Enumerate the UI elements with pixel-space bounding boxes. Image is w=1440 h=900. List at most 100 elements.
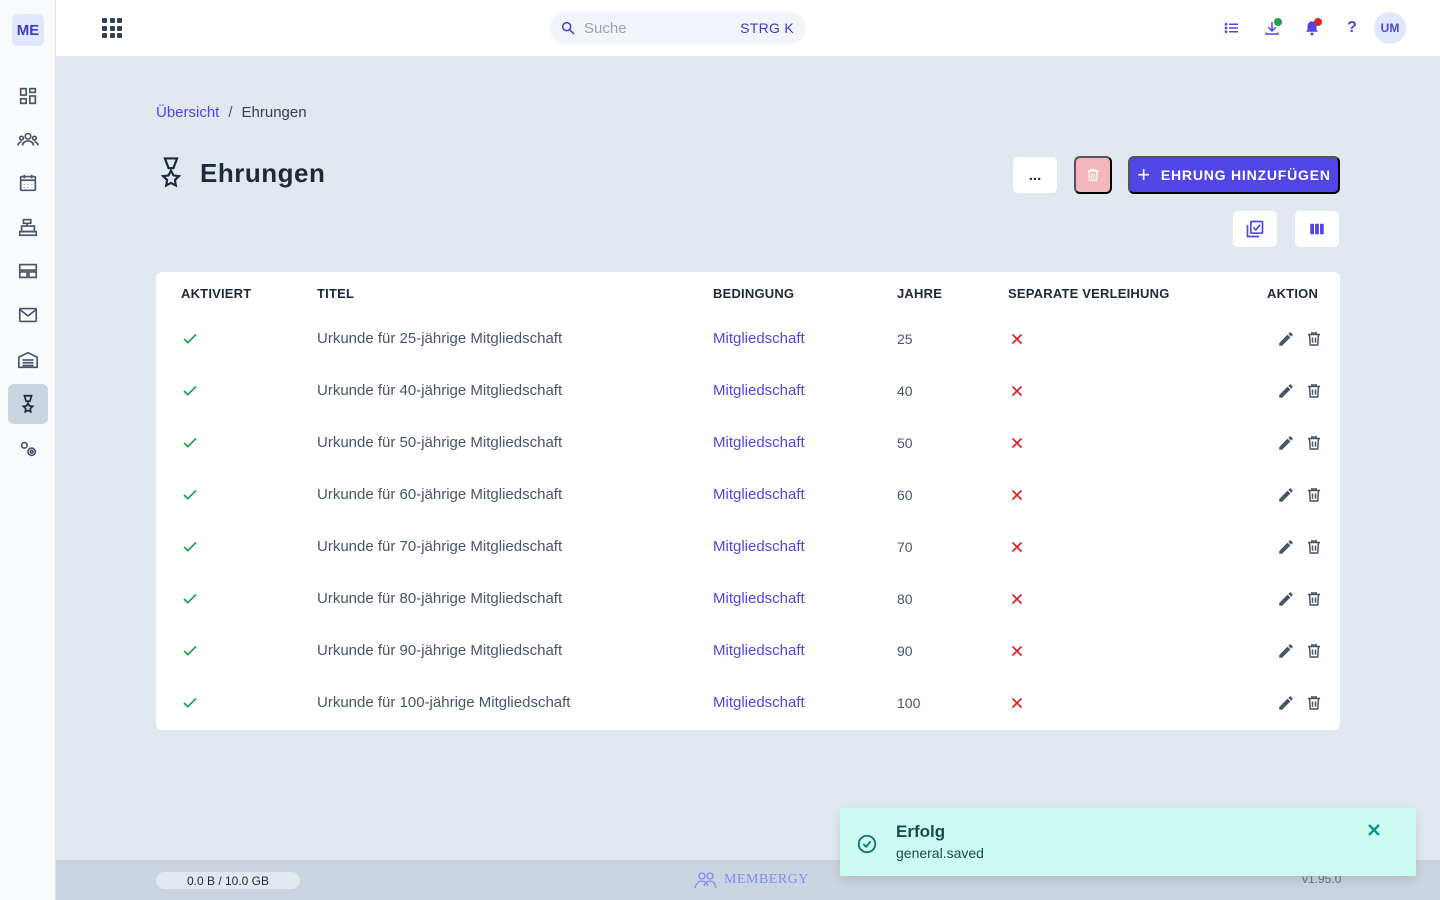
sidebar-item-warehouse[interactable] — [8, 340, 48, 380]
sidebar-item-mail[interactable] — [8, 295, 48, 335]
trash-icon[interactable] — [1304, 537, 1324, 557]
row-years: 70 — [897, 539, 913, 555]
trash-icon[interactable] — [1304, 381, 1324, 401]
trash-icon — [1087, 169, 1099, 181]
add-honor-label: EHRUNG HINZUFÜGEN — [1160, 167, 1331, 183]
close-icon — [1368, 824, 1380, 836]
check-icon — [181, 330, 199, 354]
cross-icon — [1008, 434, 1026, 458]
calendar-icon — [19, 174, 37, 192]
table-row: Urkunde für 40-jährige Mitgliedschaft Mi… — [156, 365, 1340, 417]
settings-icon — [20, 441, 37, 457]
row-condition-link[interactable]: Mitgliedschaft — [713, 433, 805, 453]
row-condition-link[interactable]: Mitgliedschaft — [713, 641, 805, 661]
notification-dot — [1314, 18, 1322, 26]
search-input[interactable]: Suche — [584, 20, 740, 37]
column-header-years[interactable]: JAHRE — [897, 286, 942, 301]
row-years: 50 — [897, 435, 913, 451]
sidebar-item-layout[interactable] — [8, 251, 48, 291]
edit-icon[interactable] — [1276, 381, 1296, 401]
column-header-condition[interactable]: BEDINGUNG — [713, 286, 794, 301]
sidebar-item-cash-register[interactable] — [8, 207, 48, 247]
sidebar-item-honors[interactable] — [8, 384, 48, 424]
bulk-delete-button[interactable] — [1074, 156, 1112, 194]
sidebar-item-members[interactable] — [8, 120, 48, 160]
more-actions-button[interactable]: ... — [1012, 156, 1058, 194]
edit-icon[interactable] — [1276, 433, 1296, 453]
row-condition-link[interactable]: Mitgliedschaft — [713, 693, 805, 713]
columns-toggle-button[interactable] — [1294, 210, 1340, 248]
trash-icon[interactable] — [1304, 485, 1324, 505]
select-rows-button[interactable] — [1232, 210, 1278, 248]
column-header-action: AKTION — [1267, 286, 1319, 301]
column-header-separate[interactable]: SEPARATE VERLEIHUNG — [1008, 286, 1170, 301]
help-icon[interactable]: ? — [1340, 16, 1364, 40]
download-status-dot — [1274, 18, 1282, 26]
page-title: Ehrungen — [200, 157, 326, 188]
medal-icon — [160, 157, 182, 188]
topbar: Suche STRG K ? UM — [56, 0, 1440, 56]
row-years: 90 — [897, 643, 913, 659]
row-condition-link[interactable]: Mitgliedschaft — [713, 537, 805, 557]
column-header-title[interactable]: TITEL — [317, 286, 354, 301]
download-icon[interactable] — [1260, 16, 1284, 40]
row-title: Urkunde für 60-jährige Mitgliedschaft — [317, 486, 563, 503]
breadcrumb: Übersicht / Ehrungen — [156, 104, 307, 121]
trash-icon[interactable] — [1304, 641, 1324, 661]
edit-icon[interactable] — [1276, 485, 1296, 505]
edit-icon[interactable] — [1276, 537, 1296, 557]
trash-icon[interactable] — [1304, 589, 1324, 609]
row-condition-link[interactable]: Mitgliedschaft — [713, 589, 805, 609]
search-shortcut: STRG K — [740, 20, 794, 36]
trash-icon[interactable] — [1304, 693, 1324, 713]
check-icon — [181, 382, 199, 406]
sidebar-item-calendar[interactable] — [8, 163, 48, 203]
row-title: Urkunde für 70-jährige Mitgliedschaft — [317, 538, 563, 555]
sidebar: ME — [0, 0, 56, 900]
row-condition-link[interactable]: Mitgliedschaft — [713, 329, 805, 349]
table-row: Urkunde für 50-jährige Mitgliedschaft Mi… — [156, 417, 1340, 469]
row-condition-link[interactable]: Mitgliedschaft — [713, 485, 805, 505]
toast-close-button[interactable] — [1364, 820, 1384, 840]
edit-icon[interactable] — [1276, 641, 1296, 661]
breadcrumb-separator: / — [228, 104, 233, 121]
layout-icon — [18, 263, 38, 279]
breadcrumb-parent-link[interactable]: Übersicht — [156, 104, 219, 121]
row-condition-link[interactable]: Mitgliedschaft — [713, 381, 805, 401]
table-row: Urkunde für 60-jährige Mitgliedschaft Mi… — [156, 469, 1340, 521]
search-bar[interactable]: Suche STRG K — [550, 12, 806, 44]
app-logo[interactable]: ME — [12, 14, 44, 46]
edit-icon[interactable] — [1276, 693, 1296, 713]
row-title: Urkunde für 25-jährige Mitgliedschaft — [317, 330, 563, 347]
edit-icon[interactable] — [1276, 329, 1296, 349]
check-icon — [181, 538, 199, 562]
success-toast: Erfolg general.saved — [840, 808, 1416, 876]
columns-icon — [1310, 223, 1324, 235]
breadcrumb-current: Ehrungen — [241, 104, 307, 121]
add-honor-button[interactable]: + EHRUNG HINZUFÜGEN — [1128, 156, 1340, 194]
row-title: Urkunde für 90-jährige Mitgliedschaft — [317, 642, 563, 659]
check-icon — [181, 434, 199, 458]
trash-icon[interactable] — [1304, 433, 1324, 453]
table-row: Urkunde für 80-jährige Mitgliedschaft Mi… — [156, 573, 1340, 625]
members-icon — [17, 132, 39, 146]
dashboard-icon — [19, 87, 37, 105]
row-title: Urkunde für 40-jährige Mitgliedschaft — [317, 382, 563, 399]
task-list-icon[interactable] — [1220, 16, 1244, 40]
table-row: Urkunde für 100-jährige Mitgliedschaft M… — [156, 677, 1340, 729]
sidebar-item-dashboard[interactable] — [8, 76, 48, 116]
row-years: 80 — [897, 591, 913, 607]
cross-icon — [1008, 694, 1026, 718]
brand-logo: MEMBERGY — [692, 870, 809, 890]
mail-icon — [18, 307, 38, 323]
edit-icon[interactable] — [1276, 589, 1296, 609]
user-avatar[interactable]: UM — [1374, 12, 1406, 44]
toast-message: general.saved — [896, 845, 984, 861]
row-years: 25 — [897, 331, 913, 347]
sidebar-item-settings[interactable] — [8, 429, 48, 469]
trash-icon[interactable] — [1304, 329, 1324, 349]
bell-icon[interactable] — [1300, 16, 1324, 40]
apps-grid-icon[interactable] — [102, 18, 122, 38]
row-title: Urkunde für 100-jährige Mitgliedschaft — [317, 694, 571, 711]
column-header-activated[interactable]: AKTIVIERT — [181, 286, 251, 301]
